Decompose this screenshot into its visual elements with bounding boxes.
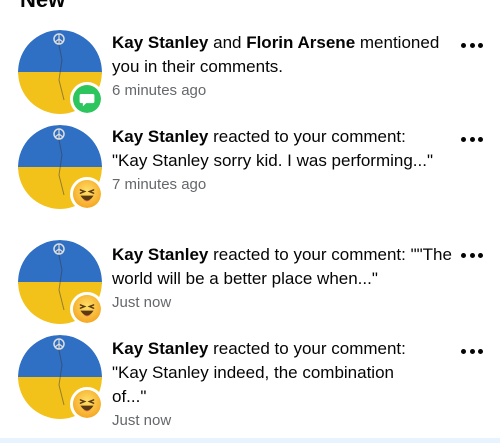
more-options-button[interactable] xyxy=(461,40,483,50)
notification-text: Kay Stanley reacted to your comment: "Ka… xyxy=(112,125,442,196)
avatar[interactable] xyxy=(18,30,104,116)
more-options-button[interactable] xyxy=(461,250,483,260)
haha-reaction-icon xyxy=(70,177,104,211)
comment-icon xyxy=(70,82,104,116)
timestamp: Just now xyxy=(112,412,172,429)
timestamp: Just now xyxy=(112,294,172,311)
notification-text: Kay Stanley reacted to your comment: "Ka… xyxy=(112,337,422,432)
more-options-button[interactable] xyxy=(461,346,483,356)
actor-name[interactable]: Kay Stanley xyxy=(112,245,208,264)
avatar[interactable] xyxy=(18,240,104,326)
actor-name[interactable]: Kay Stanley xyxy=(112,339,208,358)
haha-reaction-icon xyxy=(70,387,104,421)
timestamp: 6 minutes ago xyxy=(112,82,207,99)
haha-reaction-icon xyxy=(70,292,104,326)
notification-text: Kay Stanley and Florin Arsene mentioned … xyxy=(112,31,442,102)
actor-name[interactable]: Kay Stanley xyxy=(112,127,208,146)
timestamp: 7 minutes ago xyxy=(112,176,207,193)
notification-text: Kay Stanley reacted to your comment: ""T… xyxy=(112,243,452,314)
more-options-button[interactable] xyxy=(461,134,483,144)
avatar[interactable] xyxy=(18,125,104,211)
bottom-divider xyxy=(0,438,500,443)
avatar[interactable] xyxy=(18,335,104,421)
actor-name[interactable]: Kay Stanley xyxy=(112,33,208,52)
section-title: New xyxy=(20,0,65,13)
actor-name[interactable]: Florin Arsene xyxy=(246,33,355,52)
